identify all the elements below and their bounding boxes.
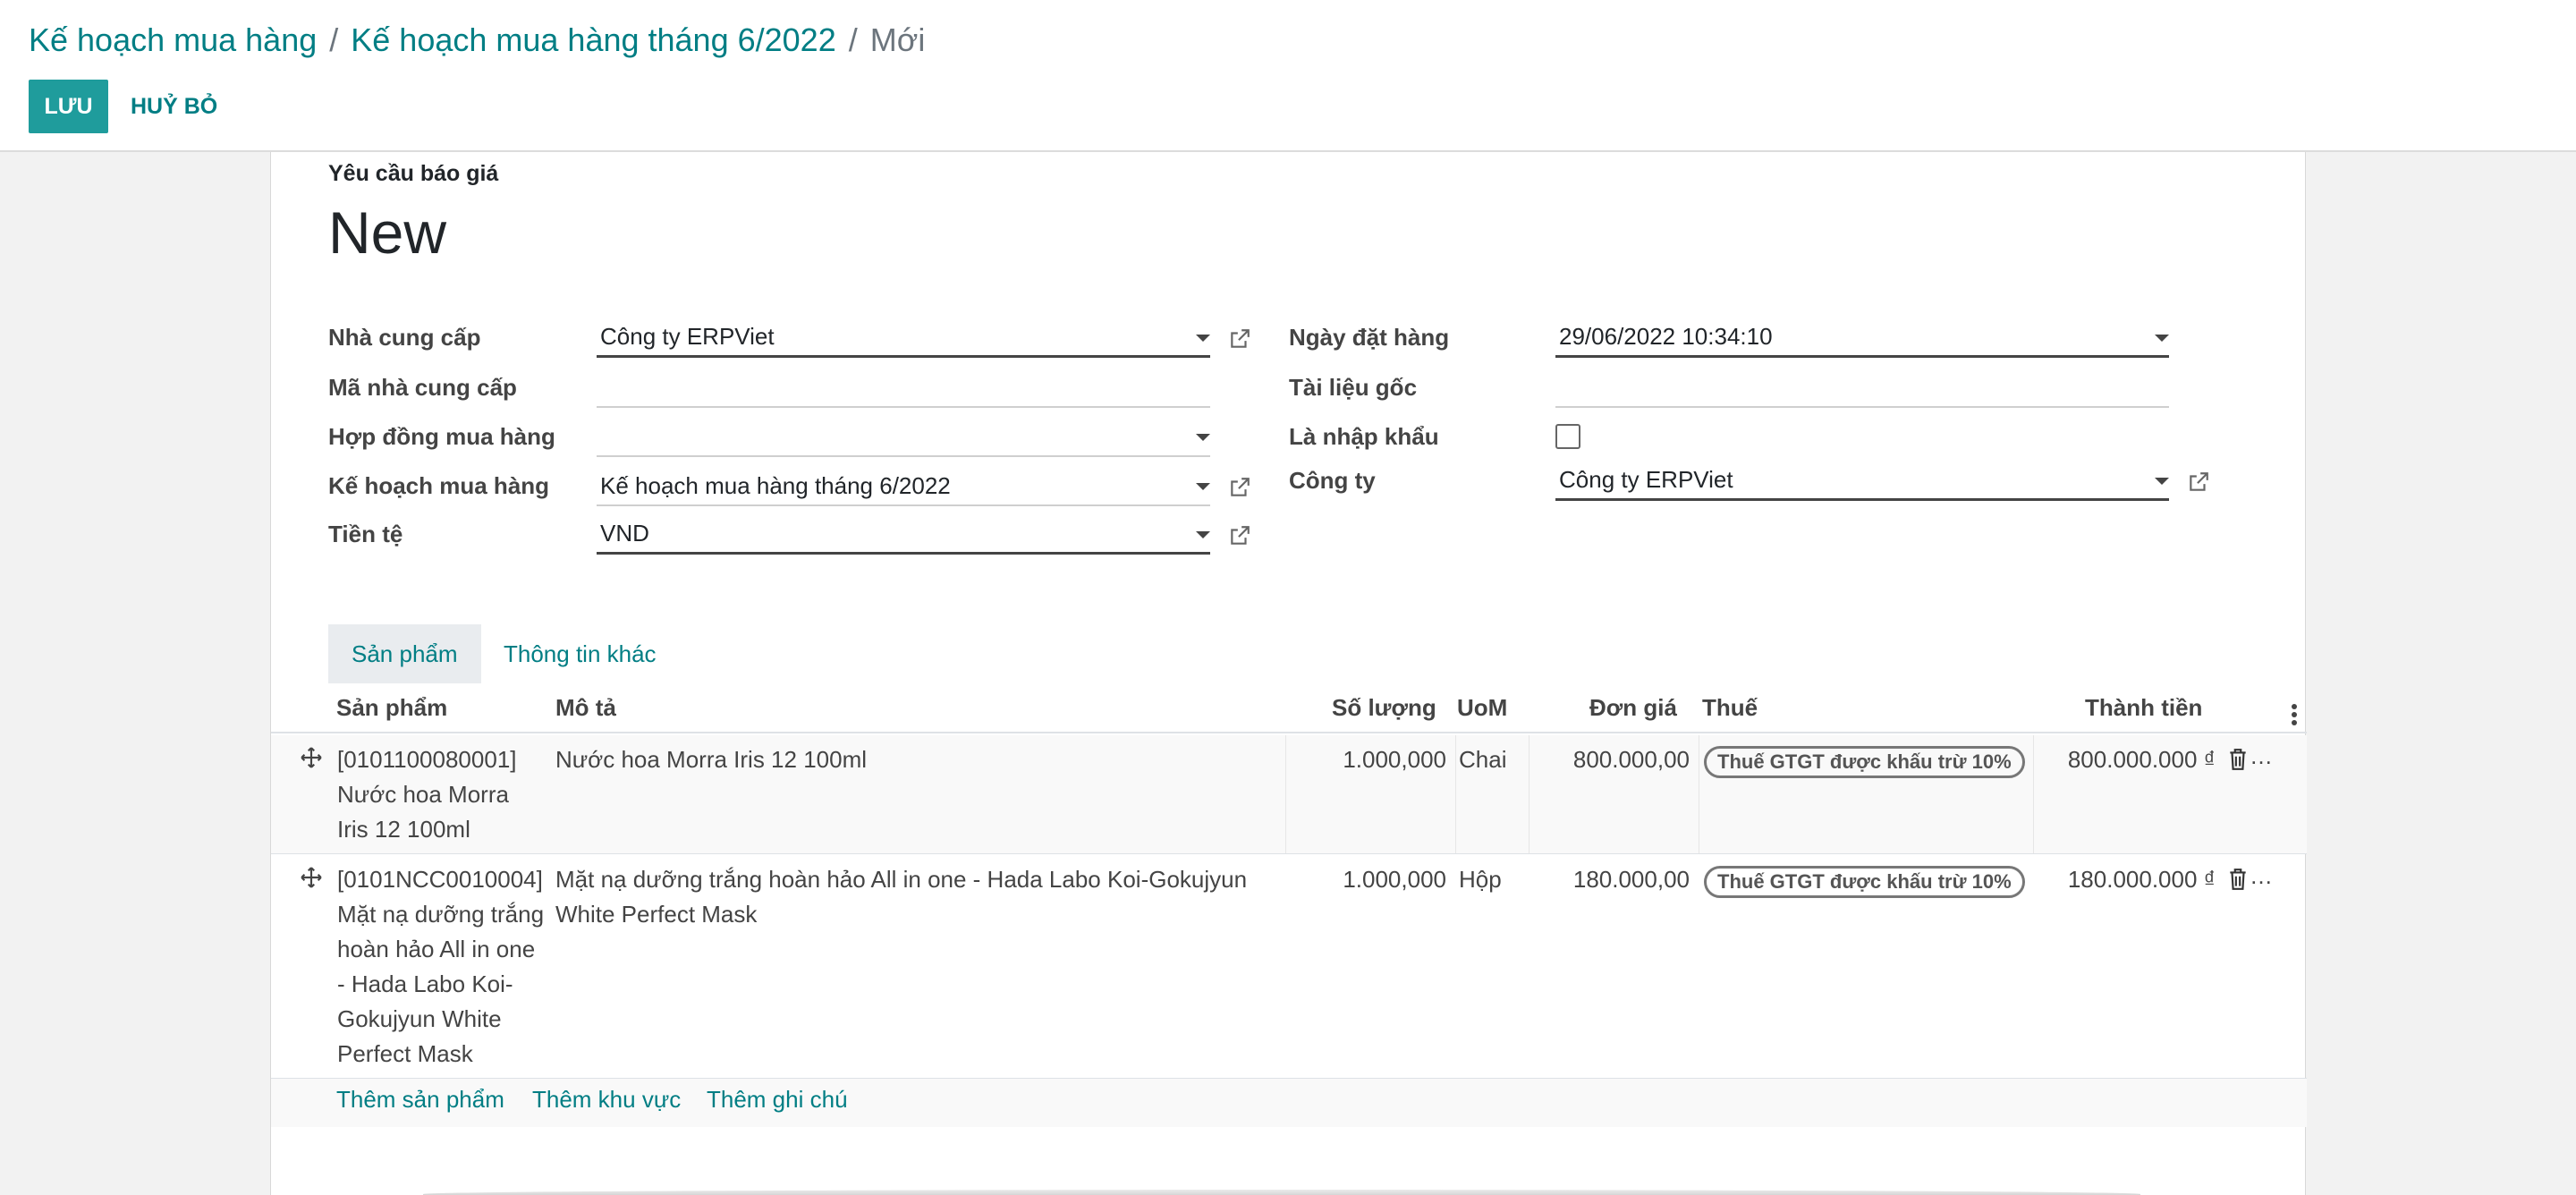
page-title: New (328, 199, 447, 266)
breadcrumb-item-plan-june[interactable]: Kế hoạch mua hàng tháng 6/2022 (351, 21, 835, 58)
purchase-plan-label: Kế hoạch mua hàng (328, 472, 550, 499)
vendor-label: Nhà cung cấp (328, 324, 481, 351)
product-name-line: Gokujyun White (337, 1005, 502, 1032)
product-cell[interactable]: [0101NCC0010004] Mặt nạ dưỡng trắng hoàn… (337, 862, 552, 1072)
table-header: Sản phẩm Mô tả Số lượng UoM Đơn giá Thuế… (271, 687, 2307, 733)
tab-products[interactable]: Sản phẩm (328, 624, 481, 683)
caret-down-icon[interactable] (1196, 531, 1210, 538)
currency-label: Tiền tệ (328, 521, 403, 547)
external-link-icon[interactable] (1228, 524, 1251, 547)
description-cell[interactable]: Mặt nạ dưỡng trắng hoàn hảo All in one -… (555, 862, 1280, 932)
purchase-contract-label: Hợp đồng mua hàng (328, 423, 555, 450)
caret-down-icon[interactable] (2155, 335, 2169, 342)
tab-other-info[interactable]: Thông tin khác (480, 624, 680, 683)
caret-down-icon[interactable] (1196, 335, 1210, 342)
product-name-line: Mặt nạ dưỡng trắng (337, 901, 545, 928)
drag-handle-icon[interactable] (300, 746, 323, 769)
breadcrumb-current: Mới (869, 21, 926, 58)
column-header-description[interactable]: Mô tả (555, 694, 616, 722)
column-header-uom[interactable]: UoM (1457, 694, 1507, 722)
breadcrumb-separator: / (848, 21, 858, 58)
truncation-ellipsis: … (2250, 862, 2273, 889)
product-name-line: Iris 12 100ml (337, 816, 470, 843)
tax-badge[interactable]: Thuế GTGT được khấu trừ 10% (1704, 866, 2025, 898)
column-header-quantity[interactable]: Số lượng (1332, 694, 1436, 722)
document-type-label: Yêu cầu báo giá (328, 161, 499, 186)
source-document-field[interactable] (1555, 369, 2169, 408)
trash-icon[interactable] (2228, 868, 2248, 891)
column-header-product[interactable]: Sản phẩm (336, 694, 447, 722)
is-import-label: Là nhập khẩu (1289, 423, 1439, 450)
currency-value: VND (600, 520, 649, 547)
product-name-line: - Hada Labo Koi- (337, 970, 513, 997)
currency-field[interactable]: VND (597, 515, 1210, 555)
truncation-ellipsis: … (2250, 742, 2273, 769)
column-header-tax[interactable]: Thuế (1702, 694, 1758, 722)
unit-price-cell[interactable]: 800.000,00 (1529, 742, 1690, 777)
tax-badge[interactable]: Thuế GTGT được khấu trừ 10% (1704, 746, 2025, 778)
add-line-bar: Thêm sản phẩm Thêm khu vực Thêm ghi chú (271, 1079, 2307, 1127)
product-name-line: Perfect Mask (337, 1040, 473, 1067)
order-date-value: 29/06/2022 10:34:10 (1559, 323, 1773, 350)
vendor-code-label: Mã nhà cung cấp (328, 374, 517, 401)
control-panel: Kế hoạch mua hàng / Kế hoạch mua hàng thán… (0, 0, 2576, 152)
caret-down-icon[interactable] (1196, 434, 1210, 441)
trash-icon[interactable] (2228, 748, 2248, 771)
source-document-label: Tài liệu gốc (1289, 374, 1418, 401)
external-link-icon[interactable] (2187, 470, 2210, 494)
description-line: Mặt nạ dưỡng trắng hoàn hảo All in one -… (555, 866, 1248, 893)
company-value: Công ty ERPViet (1559, 466, 1733, 493)
vendor-code-field[interactable] (597, 369, 1210, 408)
column-divider (1455, 735, 1456, 853)
chatter-divider (423, 1190, 2140, 1195)
breadcrumb-separator: / (329, 21, 339, 58)
company-field[interactable]: Công ty ERPViet (1555, 462, 2169, 501)
vendor-field[interactable]: Công ty ERPViet (597, 318, 1210, 358)
table-row[interactable]: [0101NCC0010004] Mặt nạ dưỡng trắng hoàn… (271, 855, 2307, 1079)
purchase-plan-value: Kế hoạch mua hàng tháng 6/2022 (600, 471, 951, 499)
column-header-subtotal[interactable]: Thành tiền (2085, 694, 2202, 722)
external-link-icon[interactable] (1228, 327, 1251, 351)
breadcrumb-item-purchase-plan[interactable]: Kế hoạch mua hàng (29, 21, 317, 58)
caret-down-icon[interactable] (2155, 478, 2169, 485)
save-button[interactable]: LƯU (29, 80, 108, 133)
purchase-plan-field[interactable]: Kế hoạch mua hàng tháng 6/2022 (597, 467, 1210, 506)
discard-button[interactable]: HUỶ BỎ (131, 80, 217, 133)
column-header-unit-price[interactable]: Đơn giá (1589, 694, 1677, 722)
subtotal-cell: 800.000.000 ₫ (2067, 746, 2216, 773)
add-section-link[interactable]: Thêm khu vực (532, 1086, 681, 1114)
uom-cell[interactable]: Hộp (1459, 862, 1502, 897)
description-cell[interactable]: Nước hoa Morra Iris 12 100ml (555, 742, 1271, 777)
caret-down-icon[interactable] (1196, 483, 1210, 490)
unit-price-cell[interactable]: 180.000,00 (1529, 862, 1690, 897)
product-cell[interactable]: [0101100080001] Nước hoa Morra Iris 12 1… (337, 742, 543, 847)
subtotal-cell: 180.000.000 ₫ (2067, 866, 2216, 893)
vendor-value: Công ty ERPViet (600, 323, 775, 350)
column-divider (2033, 735, 2034, 853)
table-row[interactable]: [0101100080001] Nước hoa Morra Iris 12 1… (271, 735, 2307, 854)
company-label: Công ty (1289, 467, 1376, 494)
order-date-field[interactable]: 29/06/2022 10:34:10 (1555, 318, 2169, 358)
quantity-cell[interactable]: 1.000,000 (1285, 862, 1446, 897)
description-line: White Perfect Mask (555, 901, 758, 928)
external-link-icon[interactable] (1228, 476, 1251, 499)
product-code: [0101100080001] (337, 746, 517, 773)
form-sheet: Yêu cầu báo giá New Nhà cung cấp Công ty… (270, 152, 2307, 1195)
drag-handle-icon[interactable] (300, 866, 323, 889)
product-name-line: Nước hoa Morra (337, 781, 509, 808)
order-date-label: Ngày đặt hàng (1289, 324, 1450, 351)
vertical-dots-icon[interactable] (2291, 703, 2298, 726)
product-code: [0101NCC0010004] (337, 866, 543, 893)
is-import-checkbox[interactable] (1555, 424, 1580, 449)
quantity-cell[interactable]: 1.000,000 (1285, 742, 1446, 777)
breadcrumb: Kế hoạch mua hàng / Kế hoạch mua hàng thán… (29, 20, 925, 61)
product-name-line: hoàn hảo All in one (337, 936, 536, 962)
add-product-link[interactable]: Thêm sản phẩm (336, 1086, 504, 1114)
add-note-link[interactable]: Thêm ghi chú (707, 1086, 848, 1114)
description-line: Nước hoa Morra Iris 12 100ml (555, 746, 868, 773)
purchase-contract-field[interactable] (597, 418, 1210, 457)
uom-cell[interactable]: Chai (1459, 742, 1506, 777)
